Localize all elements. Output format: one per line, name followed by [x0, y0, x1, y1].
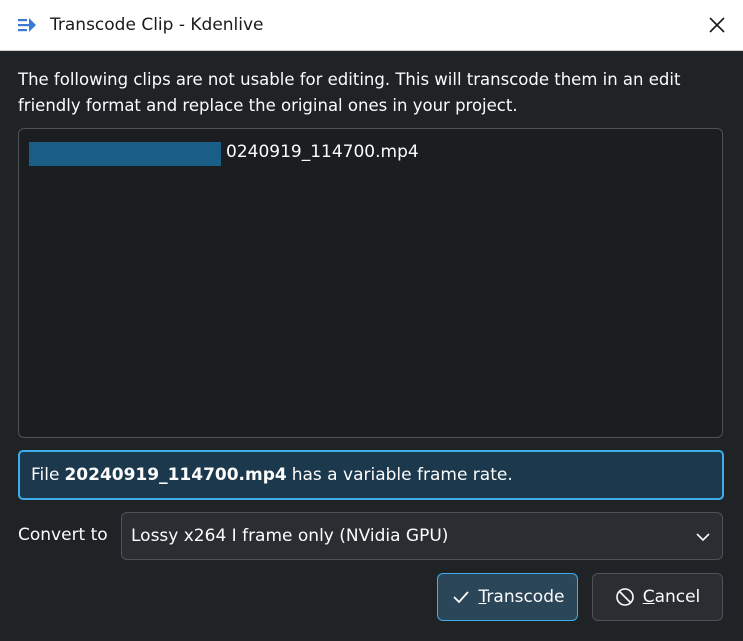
- convert-to-label: Convert to: [18, 525, 108, 545]
- checkmark-icon: [452, 591, 469, 604]
- kdenlive-icon: [16, 14, 38, 36]
- clip-list[interactable]: 0240919_114700.mp4: [18, 128, 723, 438]
- convert-profile-select[interactable]: Lossy x264 I frame only (NVidia GPU): [121, 512, 723, 560]
- message-filename: 20240919_114700.mp4: [64, 465, 287, 485]
- message-suffix: has a variable frame rate.: [291, 465, 513, 485]
- cancel-button-label: Cancel: [642, 587, 701, 607]
- transcode-button-label: Transcode: [478, 587, 565, 607]
- transcode-button[interactable]: Transcode: [437, 573, 578, 621]
- description-text: The following clips are not usable for e…: [18, 70, 681, 115]
- variable-frame-rate-message: File 20240919_114700.mp4 has a variable …: [18, 450, 724, 500]
- clip-filename: 0240919_114700.mp4: [226, 142, 419, 162]
- cancel-icon: [615, 588, 634, 606]
- list-item[interactable]: 0240919_114700.mp4: [29, 139, 419, 166]
- chevron-down-icon: [694, 528, 712, 551]
- message-prefix: File: [31, 465, 60, 485]
- close-button[interactable]: [700, 8, 734, 42]
- close-icon: [709, 17, 725, 33]
- cancel-button[interactable]: Cancel: [592, 573, 723, 621]
- window-title: Transcode Clip - Kdenlive: [50, 15, 264, 35]
- title-bar: Transcode Clip - Kdenlive: [0, 0, 743, 51]
- convert-profile-value: Lossy x264 I frame only (NVidia GPU): [131, 526, 449, 546]
- redaction-block: [29, 142, 221, 166]
